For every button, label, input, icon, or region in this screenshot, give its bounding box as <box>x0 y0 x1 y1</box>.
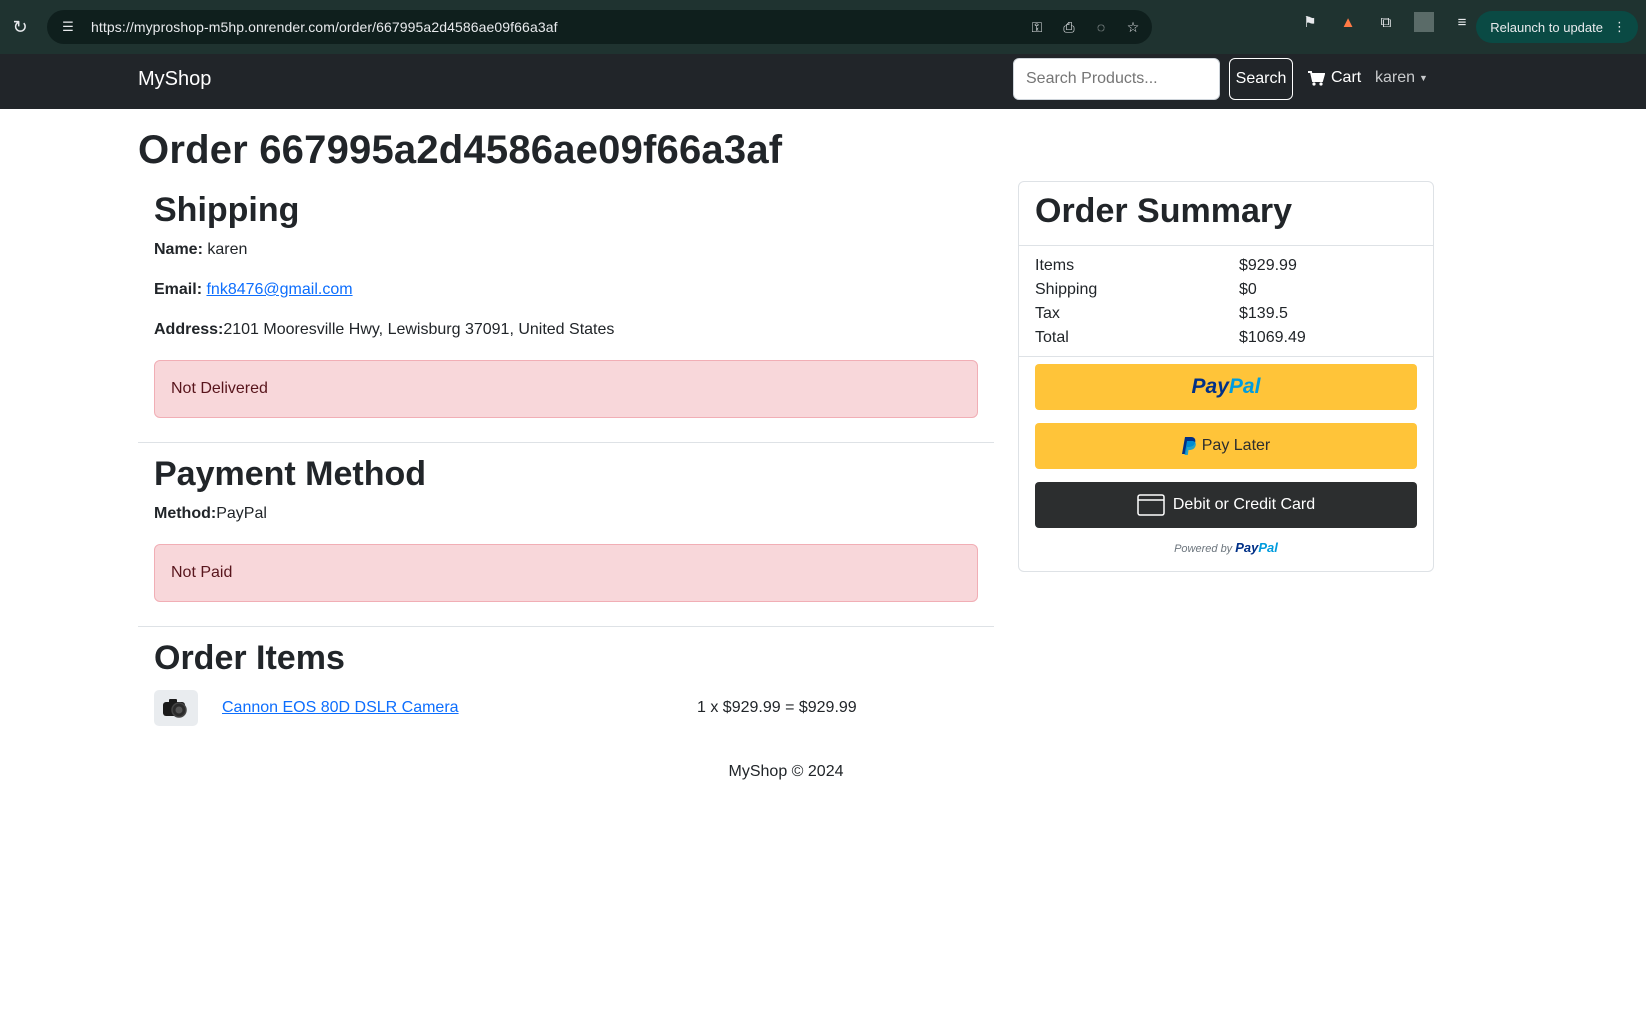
summary-value: $929.99 <box>1239 257 1297 274</box>
cart-link[interactable]: Cart <box>1308 69 1361 87</box>
more-vert-icon[interactable]: ⋮ <box>1613 19 1626 35</box>
summary-row-shipping: Shipping $0 <box>1035 278 1417 302</box>
search-button[interactable]: Search <box>1229 58 1293 100</box>
card-button-label: Debit or Credit Card <box>1172 496 1316 513</box>
address-bar[interactable]: ☰ https://myproshop-m5hp.onrender.com/or… <box>47 10 1152 44</box>
page-title: Order 667995a2d4586ae09f66a3af <box>138 128 783 172</box>
summary-label: Total <box>1035 329 1069 346</box>
eye-off-icon[interactable]: ◌ <box>1092 19 1110 35</box>
paypal-buttons: PayPal Pay Later Debit or Credit Card Po… <box>1019 357 1433 555</box>
debit-credit-card-button[interactable]: Debit or Credit Card <box>1035 482 1417 528</box>
email-label: Email: <box>154 281 203 298</box>
credit-card-icon <box>1137 494 1165 516</box>
powered-by-label: Powered by <box>1174 543 1233 555</box>
name-label: Name: <box>154 241 203 258</box>
powered-by-paypal: Powered by PayPal <box>1035 540 1417 555</box>
order-details: Shipping Name: karen Email: fnk8476@gmai… <box>138 183 994 728</box>
reload-icon[interactable]: ↻ <box>0 17 40 38</box>
toolbar-divider <box>1414 12 1434 32</box>
shipping-name-line: Name: karen <box>154 240 978 260</box>
app-navbar: MyShop Search Cart karen ▼ <box>0 54 1646 109</box>
cart-label: Cart <box>1331 69 1362 86</box>
shipping-address-line: Address:2101 Mooresville Hwy, Lewisburg … <box>154 320 978 340</box>
url-text[interactable]: https://myproshop-m5hp.onrender.com/orde… <box>91 19 558 35</box>
pay-later-label: Pay Later <box>1201 437 1271 454</box>
payment-section: Payment Method Method:PayPal Not Paid <box>138 455 994 602</box>
section-divider <box>138 626 994 627</box>
order-item-row: Cannon EOS 80D DSLR Camera 1 x $929.99 =… <box>138 688 994 728</box>
pay-later-button[interactable]: Pay Later <box>1035 423 1417 469</box>
name-value: karen <box>207 241 248 258</box>
product-link[interactable]: Cannon EOS 80D DSLR Camera <box>222 699 697 717</box>
summary-value: $0 <box>1239 281 1257 298</box>
paypal-p-icon <box>1181 437 1196 455</box>
brand-logo[interactable]: MyShop <box>138 68 211 91</box>
summary-list: Items $929.99 Shipping $0 Tax $139.5 Tot… <box>1019 246 1433 357</box>
shipping-email-line: Email: fnk8476@gmail.com <box>154 280 978 300</box>
browser-toolbar: ↻ ☰ https://myproshop-m5hp.onrender.com/… <box>0 0 1646 54</box>
order-items-section: Order Items <box>138 639 994 678</box>
paypal-button[interactable]: PayPal <box>1035 364 1417 410</box>
paypal-logo-small: PayPal <box>1235 540 1278 555</box>
search-input[interactable] <box>1013 58 1220 100</box>
order-summary-heading: Order Summary <box>1019 182 1433 246</box>
summary-label: Tax <box>1035 305 1060 322</box>
method-value: PayPal <box>216 505 267 522</box>
extensions-puzzle-icon[interactable]: ⧉ <box>1376 12 1396 32</box>
email-link[interactable]: fnk8476@gmail.com <box>206 281 352 298</box>
extension-fox-icon[interactable]: ▲ <box>1338 12 1358 32</box>
summary-row-tax: Tax $139.5 <box>1035 302 1417 326</box>
site-info-icon[interactable]: ☰ <box>53 19 83 35</box>
footer-copyright: MyShop © 2024 <box>728 763 844 780</box>
method-label: Method: <box>154 505 217 522</box>
summary-row-items: Items $929.99 <box>1035 254 1417 278</box>
summary-label: Items <box>1035 257 1075 274</box>
summary-value: $1069.49 <box>1239 329 1306 346</box>
payment-heading: Payment Method <box>154 455 427 493</box>
item-subtotal: 1 x $929.99 = $929.99 <box>697 699 857 716</box>
product-thumbnail <box>154 690 198 726</box>
address-value: 2101 Mooresville Hwy, Lewisburg 37091, U… <box>223 321 615 338</box>
order-summary-card: Order Summary Items $929.99 Shipping $0 … <box>1018 181 1434 572</box>
bookmark-star-icon[interactable]: ☆ <box>1124 19 1142 36</box>
relaunch-label: Relaunch to update <box>1490 19 1603 35</box>
shipping-heading: Shipping <box>154 191 300 229</box>
address-label: Address: <box>154 321 224 338</box>
payment-status-alert: Not Paid <box>154 544 978 602</box>
install-icon[interactable]: ⎙ <box>1060 19 1078 36</box>
caret-down-icon: ▼ <box>1419 73 1428 83</box>
paypal-logo: PayPal <box>1191 375 1261 398</box>
section-divider <box>138 442 994 443</box>
summary-label: Shipping <box>1035 281 1098 298</box>
reading-list-icon[interactable]: ≡ <box>1452 12 1472 32</box>
cart-icon <box>1308 70 1325 86</box>
order-items-heading: Order Items <box>154 639 345 677</box>
payment-method-line: Method:PayPal <box>154 504 978 524</box>
shipping-section: Shipping Name: karen Email: fnk8476@gmai… <box>138 191 994 418</box>
user-dropdown[interactable]: karen ▼ <box>1375 69 1428 87</box>
summary-row-total: Total $1069.49 <box>1035 326 1417 350</box>
summary-value: $139.5 <box>1239 305 1288 322</box>
user-name: karen <box>1375 69 1416 86</box>
delivery-status-alert: Not Delivered <box>154 360 978 418</box>
camera-icon <box>163 699 187 718</box>
relaunch-button[interactable]: Relaunch to update ⋮ <box>1476 11 1638 43</box>
key-icon[interactable]: ⚿ <box>1028 19 1046 36</box>
extension-badge-icon[interactable]: ⚑ <box>1300 12 1320 32</box>
